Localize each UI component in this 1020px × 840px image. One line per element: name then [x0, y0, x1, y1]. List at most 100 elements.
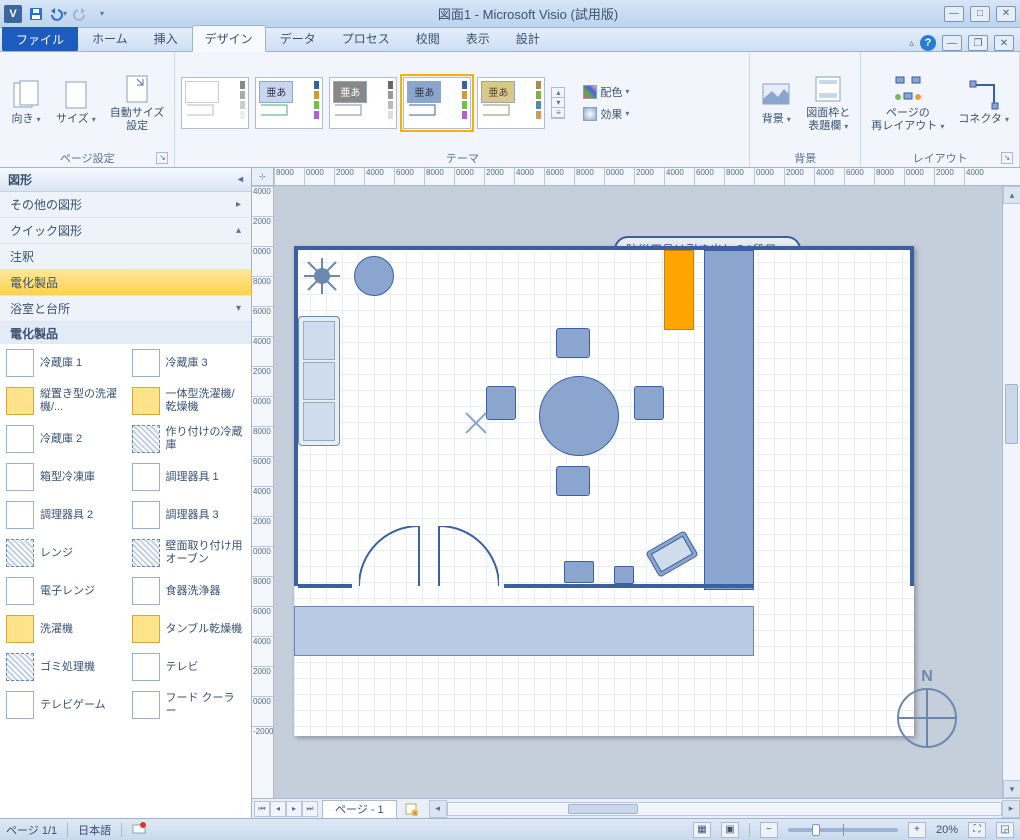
orientation-button[interactable]: 向き ▾ [6, 77, 46, 128]
stencil-item[interactable]: 調理器具 1 [126, 458, 252, 496]
layout-launcher[interactable]: ↘ [1001, 152, 1013, 164]
stencil-item[interactable]: 食器洗浄器 [126, 572, 252, 610]
vscroll-track[interactable] [1003, 204, 1020, 780]
shape-chair-s[interactable] [556, 466, 590, 496]
stencil-item[interactable]: 調理器具 3 [126, 496, 252, 534]
zoom-slider[interactable] [788, 828, 898, 832]
undo-icon[interactable]: ▾ [48, 4, 68, 24]
category-annotation[interactable]: 注釈 [0, 244, 251, 270]
size-button[interactable]: サイズ ▾ [52, 77, 100, 128]
theme-gallery-scroll[interactable]: ▴▾≡ [551, 87, 565, 119]
category-bath-kitchen[interactable]: 浴室と台所▾ [0, 296, 251, 322]
stencil-item[interactable]: 一体型洗濯機/乾燥機 [126, 382, 252, 420]
help-icon[interactable]: ? [920, 35, 936, 51]
view-fullscreen-button[interactable]: ▣ [721, 822, 739, 838]
tab-view[interactable]: 表示 [454, 26, 502, 51]
scroll-right-button[interactable]: ▸ [1002, 800, 1020, 818]
shape-appliance-1[interactable] [564, 561, 594, 583]
doc-restore-button[interactable]: ❐ [968, 35, 988, 51]
tab-data[interactable]: データ [268, 26, 328, 51]
shape-tv[interactable] [642, 524, 702, 584]
tab-nav-first[interactable]: ⏮ [254, 801, 270, 817]
stencil-item[interactable]: 冷蔵庫 2 [0, 420, 126, 458]
zoom-in-button[interactable]: + [908, 822, 926, 838]
shape-x-mark[interactable] [464, 411, 488, 435]
shape-chair-w[interactable] [486, 386, 516, 420]
hscroll-track[interactable] [447, 802, 1002, 816]
save-icon[interactable] [26, 4, 46, 24]
shape-chair-n[interactable] [556, 328, 590, 358]
background-button[interactable]: 背景 ▾ [756, 77, 796, 128]
tab-home[interactable]: ホーム [80, 26, 140, 51]
tab-nav-next[interactable]: ▸ [286, 801, 302, 817]
view-normal-button[interactable]: ▦ [693, 822, 711, 838]
zoom-thumb[interactable] [812, 824, 820, 836]
macro-record-icon[interactable] [132, 821, 146, 838]
category-other-shapes[interactable]: その他の図形▸ [0, 192, 251, 218]
redo-icon[interactable] [70, 4, 90, 24]
ruler-horizontal[interactable]: 8000000020004000600080000000200040006000… [274, 168, 1020, 186]
stencil-item[interactable]: フード クーラー [126, 686, 252, 724]
maximize-button[interactable]: □ [970, 6, 990, 22]
pan-zoom-button[interactable]: ◲ [996, 822, 1014, 838]
scroll-down-button[interactable]: ▾ [1003, 780, 1020, 798]
theme-swatch-3[interactable]: 亜あ [329, 77, 397, 129]
tab-design[interactable]: デザイン [192, 25, 266, 52]
doc-close-button[interactable]: ✕ [994, 35, 1014, 51]
collapse-pane-icon[interactable]: ◂ [238, 174, 243, 185]
autosize-button[interactable]: 自動サイズ 設定 [106, 71, 169, 135]
tab-file[interactable]: ファイル [2, 27, 78, 51]
vertical-scrollbar[interactable]: ▴ ▾ [1002, 186, 1020, 798]
shape-lamp[interactable] [302, 256, 342, 296]
horizontal-scrollbar[interactable]: ◂ ▸ [429, 799, 1020, 818]
stencil-item[interactable]: 洗濯機 [0, 610, 126, 648]
page-tab-1[interactable]: ページ - 1 [322, 800, 397, 818]
category-quick-shapes[interactable]: クイック図形▴ [0, 218, 251, 244]
fit-page-button[interactable]: ⛶ [968, 822, 986, 838]
shape-rug[interactable] [294, 606, 754, 656]
qat-customize-icon[interactable]: ▾ [92, 4, 112, 24]
tab-nav-last[interactable]: ⏭ [302, 801, 318, 817]
minimize-ribbon-icon[interactable]: ▵ [909, 38, 914, 49]
shape-chair-e[interactable] [634, 386, 664, 420]
stencil-item[interactable]: 冷蔵庫 3 [126, 344, 252, 382]
stencil-item[interactable]: 縦置き型の洗濯機/... [0, 382, 126, 420]
minimize-button[interactable]: — [944, 6, 964, 22]
shape-dining-table[interactable] [539, 376, 619, 456]
theme-swatch-2[interactable]: 亜あ [255, 77, 323, 129]
zoom-percent[interactable]: 20% [936, 824, 958, 836]
add-page-button[interactable]: ✳ [401, 801, 421, 817]
connector-button[interactable]: コネクタ ▾ [954, 77, 1013, 128]
ruler-corner[interactable]: ⊹ [252, 168, 274, 186]
stencil-item[interactable]: 電子レンジ [0, 572, 126, 610]
theme-colors-button[interactable]: 配色 ▾ [579, 82, 633, 102]
shape-cabinet[interactable] [704, 250, 754, 590]
drawing-viewport[interactable]: 防災用具は引き出しの3段目。 [274, 186, 1002, 798]
zoom-out-button[interactable]: − [760, 822, 778, 838]
tab-plan[interactable]: 設計 [504, 26, 552, 51]
shape-door[interactable] [359, 526, 499, 590]
doc-minimize-button[interactable]: — [942, 35, 962, 51]
compass[interactable]: N [892, 668, 962, 758]
stencil-item[interactable]: 作り付けの冷蔵庫 [126, 420, 252, 458]
tab-review[interactable]: 校閲 [404, 26, 452, 51]
scroll-left-button[interactable]: ◂ [429, 800, 447, 818]
shape-round-stool[interactable] [354, 256, 394, 296]
relayout-button[interactable]: ページの 再レイアウト ▾ [867, 71, 948, 135]
shape-sofa[interactable] [298, 316, 340, 446]
theme-effects-button[interactable]: 効果 ▾ [579, 104, 633, 124]
stencil-item[interactable]: 調理器具 2 [0, 496, 126, 534]
stencil-item[interactable]: レンジ [0, 534, 126, 572]
border-title-button[interactable]: 図面枠と 表題欄 ▾ [802, 71, 854, 135]
theme-swatch-4-selected[interactable]: 亜あ [403, 77, 471, 129]
stencil-item[interactable]: 壁面取り付け用オーブン [126, 534, 252, 572]
shape-appliance-2[interactable] [614, 566, 634, 584]
stencil-item[interactable]: 箱型冷凍庫 [0, 458, 126, 496]
drawing-page[interactable] [294, 246, 914, 736]
scroll-up-icon[interactable]: ▴ [236, 225, 241, 236]
stencil-item[interactable]: 冷蔵庫 1 [0, 344, 126, 382]
shape-drawer-highlight[interactable] [664, 250, 694, 330]
close-button[interactable]: ✕ [996, 6, 1016, 22]
stencil-item[interactable]: テレビゲーム [0, 686, 126, 724]
scroll-up-button[interactable]: ▴ [1003, 186, 1020, 204]
